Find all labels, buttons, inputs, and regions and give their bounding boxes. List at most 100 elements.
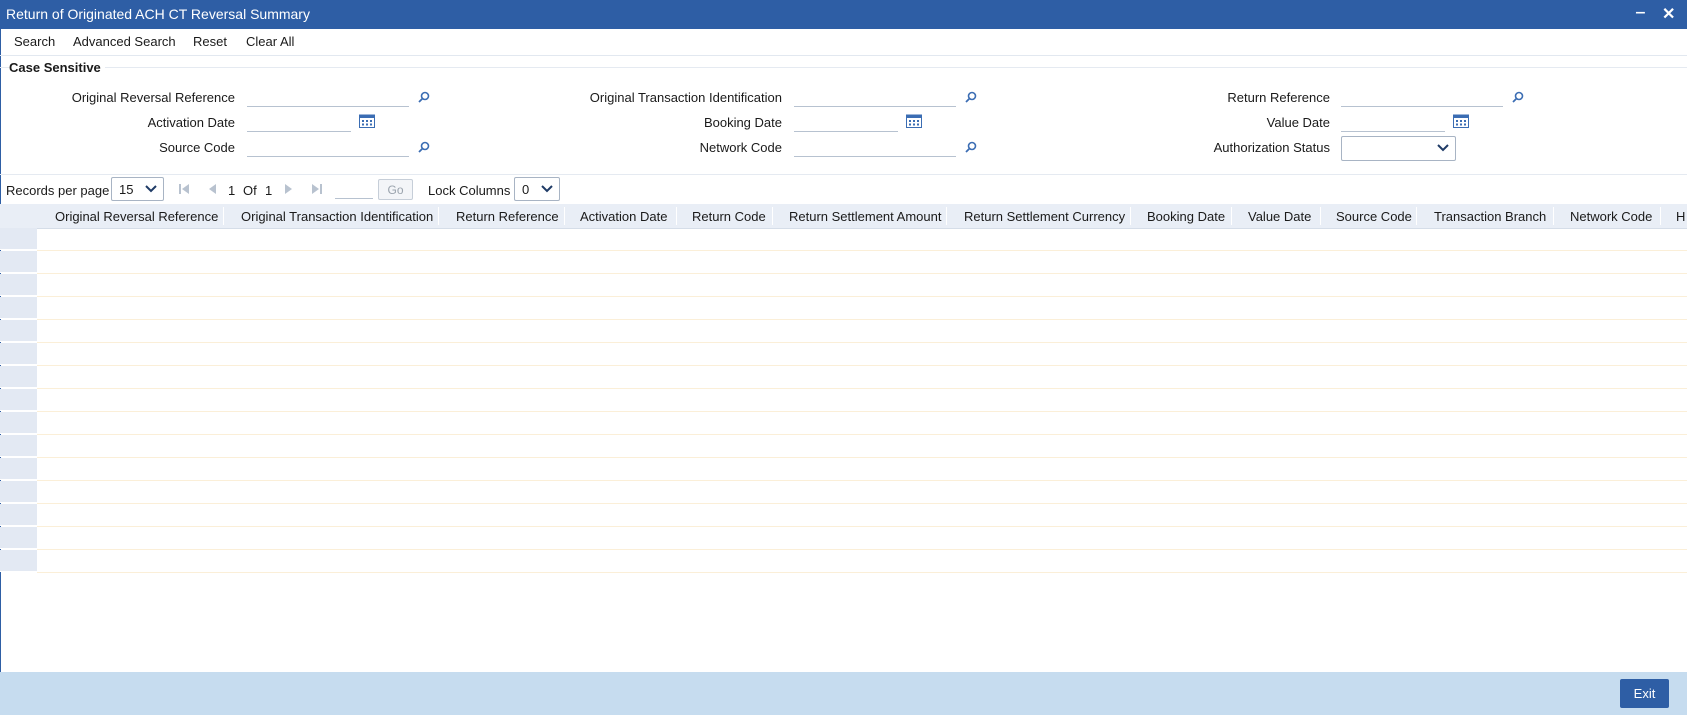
- table-row: [37, 434, 1687, 435]
- go-button[interactable]: Go: [378, 179, 413, 200]
- column-header[interactable]: Booking Date: [1147, 209, 1225, 224]
- row-selector[interactable]: [0, 481, 37, 503]
- original-transaction-identification-input[interactable]: [794, 89, 956, 107]
- table-row: [37, 549, 1687, 550]
- value-date-label: Value Date: [1266, 115, 1330, 130]
- toolbar: Search Advanced Search Reset Clear All: [0, 29, 1687, 56]
- window-title-bar: Return of Originated ACH CT Reversal Sum…: [0, 0, 1687, 29]
- column-header[interactable]: Return Code: [692, 209, 766, 224]
- previous-page-icon[interactable]: [207, 183, 217, 195]
- row-selector[interactable]: [0, 343, 37, 365]
- table-row: [37, 457, 1687, 458]
- row-selector[interactable]: [0, 550, 37, 572]
- column-header[interactable]: Return Reference: [456, 209, 559, 224]
- column-header[interactable]: Return Settlement Amount: [789, 209, 941, 224]
- table-row: [37, 365, 1687, 366]
- original-transaction-identification-label: Original Transaction Identification: [589, 90, 782, 105]
- table-row: [37, 319, 1687, 320]
- footer-bar: [0, 672, 1687, 715]
- reset-button[interactable]: Reset: [193, 34, 227, 49]
- goto-page-input[interactable]: [335, 181, 373, 199]
- column-separator: [946, 207, 947, 225]
- minimize-icon[interactable]: ‒: [1636, 4, 1645, 22]
- network-code-label: Network Code: [699, 140, 782, 155]
- column-header[interactable]: Source Code: [1336, 209, 1412, 224]
- search-button[interactable]: Search: [14, 34, 55, 49]
- lock-columns-value: 0: [522, 182, 530, 197]
- return-reference-input[interactable]: [1341, 89, 1503, 107]
- search-icon[interactable]: [965, 141, 977, 153]
- column-separator: [1231, 207, 1232, 225]
- booking-date-input[interactable]: [794, 114, 898, 132]
- row-selector[interactable]: [0, 251, 37, 273]
- search-icon[interactable]: [1512, 91, 1524, 103]
- return-reference-label: Return Reference: [1227, 90, 1330, 105]
- column-header[interactable]: Activation Date: [580, 209, 667, 224]
- table-row: [37, 411, 1687, 412]
- calendar-icon[interactable]: [359, 114, 375, 128]
- row-selector[interactable]: [0, 504, 37, 526]
- network-code-input[interactable]: [794, 139, 956, 157]
- grid-header: Original Reversal Reference Original Tra…: [0, 204, 1687, 229]
- of-label: Of: [243, 183, 257, 198]
- calendar-icon[interactable]: [1453, 114, 1469, 128]
- advanced-search-button[interactable]: Advanced Search: [73, 34, 176, 49]
- column-header[interactable]: Original Reversal Reference: [55, 209, 218, 224]
- table-row: [37, 273, 1687, 274]
- first-page-icon[interactable]: [178, 183, 190, 195]
- row-selector[interactable]: [0, 366, 37, 388]
- exit-button[interactable]: Exit: [1620, 679, 1669, 708]
- table-row: [37, 480, 1687, 481]
- column-header[interactable]: Value Date: [1248, 209, 1311, 224]
- column-separator: [772, 207, 773, 225]
- table-row: [37, 572, 1687, 573]
- next-page-icon[interactable]: [284, 183, 294, 195]
- table-row: [37, 250, 1687, 251]
- records-per-page-select[interactable]: 15: [111, 177, 164, 201]
- row-selector[interactable]: [0, 435, 37, 457]
- column-header[interactable]: Return Settlement Currency: [964, 209, 1125, 224]
- search-icon[interactable]: [965, 91, 977, 103]
- column-separator: [223, 207, 224, 225]
- column-header[interactable]: H: [1676, 209, 1685, 224]
- records-per-page-label: Records per page: [6, 183, 110, 198]
- row-selector[interactable]: [0, 228, 37, 250]
- lock-columns-label: Lock Columns: [428, 183, 511, 198]
- section-divider: [0, 67, 1687, 68]
- booking-date-label: Booking Date: [703, 115, 782, 130]
- clear-all-button[interactable]: Clear All: [246, 34, 294, 49]
- column-header[interactable]: Transaction Branch: [1434, 209, 1546, 224]
- row-selector[interactable]: [0, 458, 37, 480]
- search-icon[interactable]: [418, 141, 430, 153]
- source-code-input[interactable]: [247, 139, 409, 157]
- calendar-icon[interactable]: [906, 114, 922, 128]
- table-row: [37, 526, 1687, 527]
- table-row: [37, 503, 1687, 504]
- row-selector[interactable]: [0, 297, 37, 319]
- original-reversal-reference-input[interactable]: [247, 89, 409, 107]
- authorization-status-label: Authorization Status: [1213, 140, 1330, 155]
- row-selector[interactable]: [0, 274, 37, 296]
- value-date-input[interactable]: [1341, 114, 1445, 132]
- activation-date-label: Activation Date: [147, 115, 235, 130]
- last-page-icon[interactable]: [311, 183, 323, 195]
- lock-columns-select[interactable]: 0: [514, 177, 560, 201]
- column-separator: [1130, 207, 1131, 225]
- row-selector[interactable]: [0, 389, 37, 411]
- column-separator: [564, 207, 565, 225]
- form-divider: [0, 174, 1687, 175]
- authorization-status-select[interactable]: [1341, 136, 1456, 161]
- window-title: Return of Originated ACH CT Reversal Sum…: [6, 6, 310, 22]
- search-icon[interactable]: [418, 91, 430, 103]
- row-selector[interactable]: [0, 527, 37, 549]
- row-selector[interactable]: [0, 412, 37, 434]
- table-row: [37, 296, 1687, 297]
- row-selector[interactable]: [0, 320, 37, 342]
- column-header[interactable]: Original Transaction Identification: [241, 209, 433, 224]
- column-header[interactable]: Network Code: [1570, 209, 1652, 224]
- close-icon[interactable]: ✕: [1662, 4, 1675, 24]
- table-row: [37, 342, 1687, 343]
- activation-date-input[interactable]: [247, 114, 351, 132]
- column-separator: [1553, 207, 1554, 225]
- total-pages: 1: [265, 183, 273, 198]
